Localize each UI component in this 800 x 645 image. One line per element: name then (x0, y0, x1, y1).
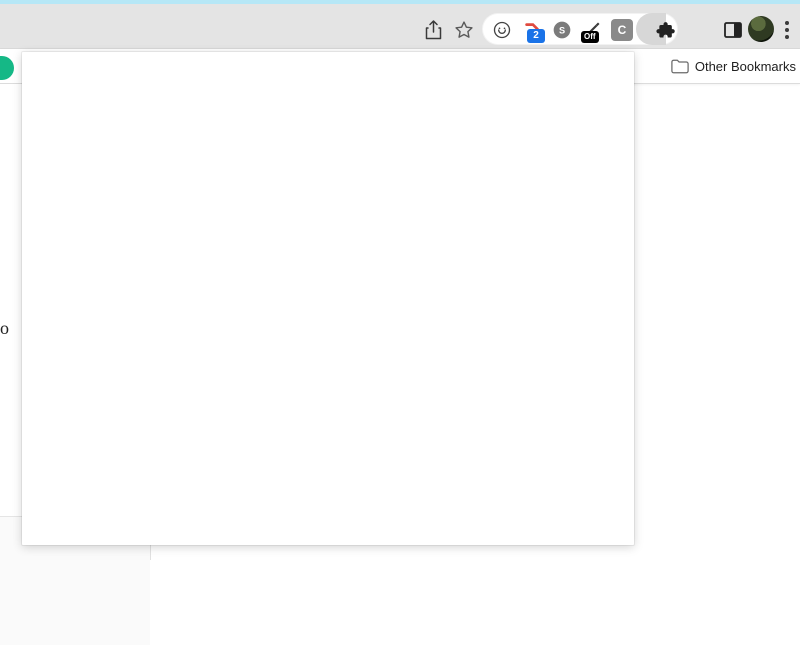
other-bookmarks-folder[interactable]: Other Bookmarks (671, 55, 796, 77)
extension-c-letter: C (611, 19, 633, 41)
extension-icon-c[interactable]: C (607, 15, 637, 45)
browser-menu-button[interactable] (778, 15, 796, 45)
extension-icon-pen[interactable]: Off (577, 15, 607, 45)
extension-icon-devtools[interactable] (487, 15, 517, 45)
side-panel-button[interactable] (718, 15, 748, 45)
bookmark-star-button[interactable] (449, 15, 479, 45)
extension-icon-red[interactable]: 2 (517, 15, 547, 45)
folder-icon (671, 59, 689, 74)
extension-icon-grey-circle[interactable]: S (547, 15, 577, 45)
svg-text:S: S (559, 25, 565, 35)
extensions-puzzle-button[interactable] (651, 15, 681, 45)
share-button[interactable] (418, 15, 448, 45)
extension-popup-panel[interactable] (22, 52, 634, 545)
extension-badge-count: 2 (527, 29, 545, 43)
extension-off-badge: Off (581, 31, 599, 43)
other-bookmarks-label: Other Bookmarks (695, 59, 796, 74)
profile-avatar[interactable] (748, 16, 774, 42)
page-text-fragment: o (0, 318, 9, 339)
browser-toolbar: 2 S Off C (0, 4, 800, 49)
